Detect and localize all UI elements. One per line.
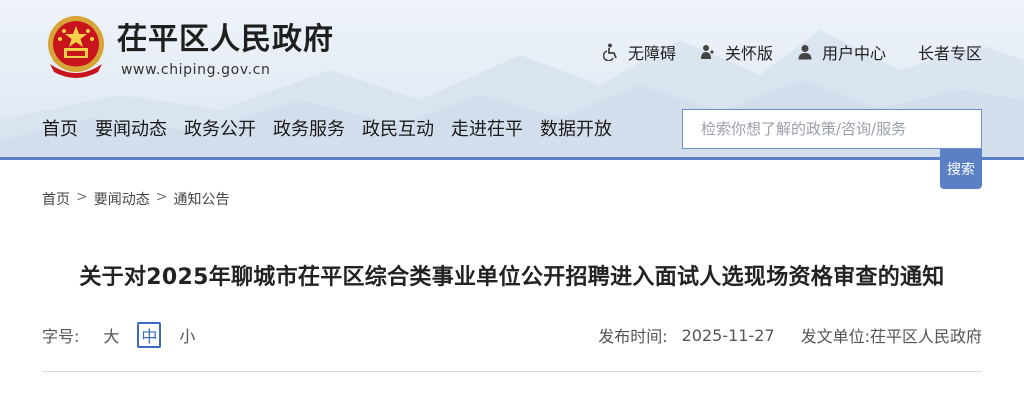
- national-emblem-icon: [48, 16, 104, 78]
- content-divider: [42, 371, 982, 372]
- article-title: 关于对2025年聊城市茌平区综合类事业单位公开招聘进入面试人选现场资格审查的通知: [79, 265, 945, 290]
- font-size-small[interactable]: 小: [175, 322, 199, 348]
- publish-date: 2025-11-27: [681, 325, 775, 345]
- top-links: 无障碍 关怀版 用户中心 长者专区: [602, 40, 982, 64]
- site-url: www.chiping.gov.cn: [121, 62, 271, 78]
- nav-item-about[interactable]: 走进茌平: [451, 117, 523, 143]
- senior-zone-label: 长者专区: [917, 44, 982, 63]
- care-mode-label: 关怀版: [724, 44, 773, 63]
- nav-item-open-data[interactable]: 数据开放: [540, 117, 612, 143]
- header-divider: [0, 157, 1024, 160]
- user-center-link[interactable]: 用户中心: [797, 40, 886, 64]
- nav-item-news[interactable]: 要闻动态: [95, 117, 167, 143]
- user-center-label: 用户中心: [821, 44, 886, 63]
- nav-item-services[interactable]: 政务服务: [273, 117, 345, 143]
- main-nav: 首页 要闻动态 政务公开 政务服务 政民互动 走进茌平 数据开放: [42, 117, 629, 143]
- breadcrumb-separator: >: [76, 189, 88, 205]
- breadcrumb: 首页 > 要闻动态 > 通知公告: [42, 189, 235, 209]
- publish-info: 发布时间: 2025-11-27 发文单位:茌平区人民政府: [598, 323, 982, 347]
- accessibility-link[interactable]: 无障碍: [602, 40, 676, 64]
- accessibility-icon: [602, 43, 617, 61]
- nav-item-interaction[interactable]: 政民互动: [362, 117, 434, 143]
- site-header: 茌平区人民政府 www.chiping.gov.cn 无障碍 关怀版 用户中心 …: [0, 0, 1024, 160]
- search-input[interactable]: [701, 120, 971, 138]
- care-mode-link[interactable]: 关怀版: [700, 40, 773, 64]
- article-meta: 字号: 大 中 小 发布时间: 2025-11-27 发文单位:茌平区人民政府: [42, 321, 982, 349]
- accessibility-label: 无障碍: [627, 44, 676, 63]
- breadcrumb-separator: >: [155, 189, 168, 205]
- breadcrumb-news[interactable]: 要闻动态: [94, 189, 150, 209]
- font-size-large[interactable]: 大: [99, 322, 123, 348]
- care-icon: [700, 45, 714, 59]
- breadcrumb-home[interactable]: 首页: [42, 189, 70, 209]
- site-title: 茌平区人民政府: [117, 22, 334, 57]
- breadcrumb-notices[interactable]: 通知公告: [173, 189, 229, 209]
- user-icon: [798, 45, 812, 60]
- publish-label: 发布时间:: [598, 327, 668, 346]
- search-box: [682, 109, 982, 149]
- font-size-medium[interactable]: 中: [137, 322, 162, 348]
- font-size-label: 字号:: [42, 327, 80, 346]
- font-size-control: 字号: 大 中 小: [42, 322, 213, 348]
- issuer: 发文单位:茌平区人民政府: [800, 327, 982, 346]
- search-button[interactable]: 搜索: [940, 149, 982, 189]
- nav-item-home[interactable]: 首页: [42, 117, 78, 143]
- nav-item-public-affairs[interactable]: 政务公开: [184, 117, 256, 143]
- senior-zone-link[interactable]: 长者专区: [918, 40, 982, 64]
